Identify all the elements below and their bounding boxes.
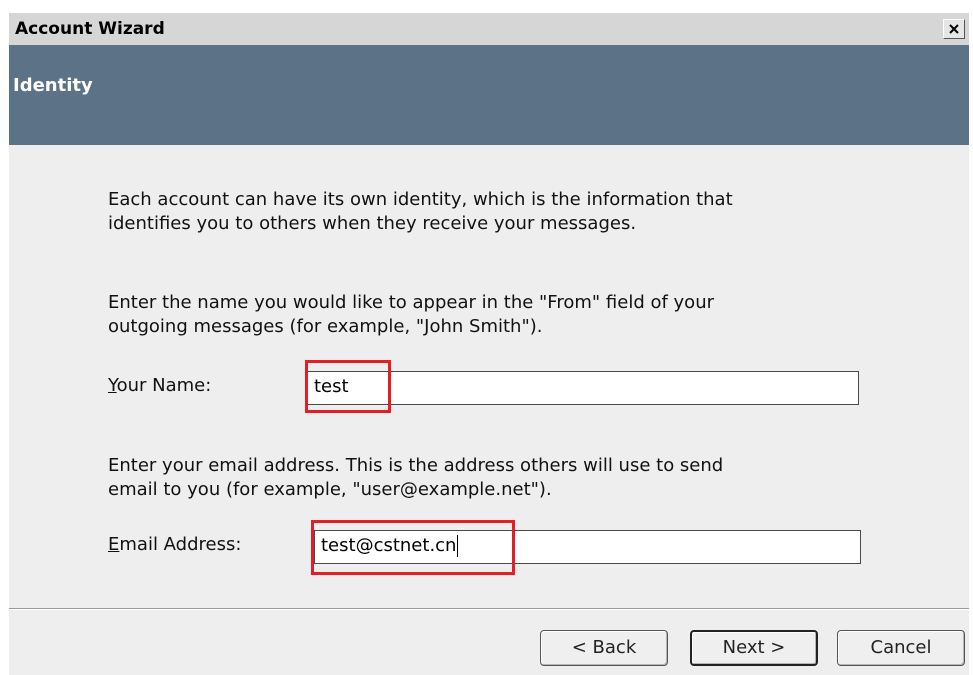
email-address-label-text: mail Address: [119,534,242,555]
email-instructions-line: email to you (for example, "user@example… [108,479,552,500]
close-icon [949,24,959,34]
name-instructions: Enter the name you would like to appear … [108,291,714,339]
your-name-label-mnemonic: Y [108,375,117,396]
email-instructions: Enter your email address. This is the ad… [108,454,723,502]
your-name-label-text: our Name: [116,375,212,396]
wizard-header-banner: Identity [9,45,969,145]
your-name-label: Your Name: [108,375,211,396]
name-instructions-line: Enter the name you would like to appear … [108,292,715,313]
close-button[interactable] [943,19,965,39]
name-highlight-box [305,360,391,413]
email-instructions-line: Enter your email address. This is the ad… [108,455,724,476]
cancel-button[interactable]: Cancel [837,630,965,666]
account-wizard-dialog: Account Wizard Identity Each account can… [9,13,969,675]
name-instructions-line: outgoing messages (for example, "John Sm… [108,316,543,337]
page-title: Identity [13,75,93,96]
intro-line: Each account can have its own identity, … [108,189,733,210]
email-address-label: Email Address: [108,534,241,555]
title-bar[interactable]: Account Wizard [9,13,969,45]
email-address-label-mnemonic: E [108,534,120,555]
intro-line: identifies you to others when they recei… [108,213,637,234]
email-highlight-box [311,520,515,575]
intro-text: Each account can have its own identity, … [108,188,733,236]
back-button[interactable]: < Back [540,630,668,666]
next-button[interactable]: Next > [690,630,818,666]
button-separator [9,608,969,610]
window-title: Account Wizard [15,19,165,39]
